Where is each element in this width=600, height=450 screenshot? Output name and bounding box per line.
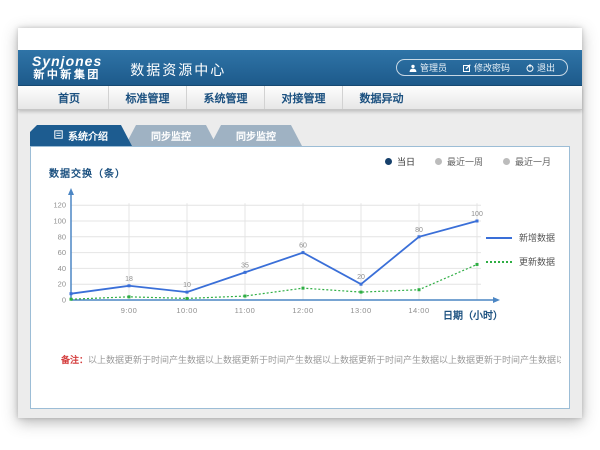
data-label: 60: [299, 243, 307, 250]
y-tick-label: 80: [58, 232, 66, 241]
chart-panel: 当日 最近一周 最近一月 数据交换（条） 0 20 40 60 80 100 120 9:00…: [30, 146, 570, 409]
tab-sync-monitor-2-label: 同步监控: [236, 128, 276, 143]
legend-label-update-data: 更新数据: [519, 255, 555, 268]
data-point: [244, 271, 247, 274]
data-point: [302, 251, 305, 254]
user-menu-logout[interactable]: 退出: [526, 61, 555, 74]
data-point: [476, 263, 479, 266]
filter-today-label: 当日: [397, 155, 415, 168]
data-label: 80: [415, 227, 423, 234]
legend-item-update-data: 更新数据: [486, 255, 555, 268]
content-area: 系统介绍 同步监控 同步监控 当日 最近一周: [18, 110, 582, 418]
user-menu: 管理员 修改密码 退出: [396, 59, 568, 76]
x-axis-title: 日期（小时）: [443, 307, 503, 322]
data-label: 18: [125, 276, 133, 283]
footnote-text: 以上数据更新于时间产生数据以上数据更新于时间产生数据以上数据更新于时间产生数据以…: [88, 355, 561, 365]
line-chart: 0 20 40 60 80 100 120 9:00 10:00 11:00 12:00 13:00 1…: [41, 183, 511, 328]
data-point: [70, 292, 73, 295]
data-point: [128, 284, 131, 287]
x-tick-label: 10:00: [176, 306, 197, 315]
y-tick-label: 40: [58, 264, 66, 273]
data-point: [70, 298, 73, 301]
main-nav: 首页 标准管理 系统管理 对接管理 数据异动: [18, 86, 582, 110]
legend-label-new-data: 新增数据: [519, 231, 555, 244]
nav-item-system-mgmt[interactable]: 系统管理: [186, 86, 264, 109]
data-label: 35: [241, 262, 249, 269]
footnote: 备注：以上数据更新于时间产生数据以上数据更新于时间产生数据以上数据更新于时间产生…: [61, 353, 561, 366]
user-menu-change-password-label: 修改密码: [474, 61, 510, 74]
time-range-filters: 当日 最近一周 最近一月: [385, 155, 551, 168]
x-tick-label: 9:00: [121, 306, 138, 315]
x-tick-label: 14:00: [408, 306, 429, 315]
x-axis-arrow-icon: [493, 297, 500, 303]
y-tick-label: 100: [53, 217, 66, 226]
legend-item-new-data: 新增数据: [486, 231, 555, 244]
data-point: [186, 291, 189, 294]
chart-legend: 新增数据 更新数据: [486, 231, 555, 279]
filter-last-month[interactable]: 最近一月: [503, 155, 551, 168]
logo-text-en: Synjones: [32, 54, 102, 68]
page-card: Synjones 新中新集团 数据资源中心 管理员 修改密码 退出: [18, 28, 582, 418]
radio-dot-icon: [435, 158, 442, 165]
user-menu-admin[interactable]: 管理员: [409, 61, 447, 74]
footnote-prefix: 备注：: [61, 355, 88, 365]
tab-sync-monitor-1[interactable]: 同步监控: [125, 125, 217, 146]
x-tick-label: 12:00: [292, 306, 313, 315]
user-icon: [409, 64, 417, 72]
y-tick-label: 0: [62, 296, 66, 305]
power-icon: [526, 64, 534, 72]
solid-line-icon: [486, 237, 512, 239]
data-point: [360, 283, 363, 286]
y-tick-label: 20: [58, 280, 66, 289]
y-axis-title: 数据交换（条）: [49, 165, 126, 180]
data-point: [186, 297, 189, 300]
tab-system-intro-label: 系统介绍: [68, 128, 108, 143]
top-strip: [18, 28, 582, 50]
nav-item-data-change[interactable]: 数据异动: [342, 86, 420, 109]
data-point: [360, 291, 363, 294]
tab-system-intro[interactable]: 系统介绍: [30, 125, 132, 146]
filter-last-month-label: 最近一月: [515, 155, 551, 168]
tab-sync-monitor-2[interactable]: 同步监控: [210, 125, 302, 146]
dotted-line-icon: [486, 261, 512, 263]
user-menu-change-password[interactable]: 修改密码: [463, 61, 510, 74]
x-tick-label: 13:00: [350, 306, 371, 315]
x-tick-label: 11:00: [235, 306, 256, 315]
page-title: 数据资源中心: [130, 60, 226, 80]
filter-last-week[interactable]: 最近一周: [435, 155, 483, 168]
document-icon: [54, 130, 63, 142]
data-label: 20: [357, 274, 365, 281]
filter-today[interactable]: 当日: [385, 155, 415, 168]
data-label: 100: [471, 211, 483, 218]
data-label: 10: [183, 282, 191, 289]
app-header: Synjones 新中新集团 数据资源中心 管理员 修改密码 退出: [18, 50, 582, 86]
user-menu-admin-label: 管理员: [420, 61, 447, 74]
y-axis-arrow-icon: [68, 188, 74, 195]
data-point: [418, 235, 421, 238]
user-menu-logout-label: 退出: [537, 61, 555, 74]
company-logo: Synjones 新中新集团: [32, 54, 102, 81]
radio-dot-icon: [503, 158, 510, 165]
data-point: [128, 295, 131, 298]
nav-item-standard-mgmt[interactable]: 标准管理: [108, 86, 186, 109]
data-point: [476, 220, 479, 223]
data-point: [418, 288, 421, 291]
filter-last-week-label: 最近一周: [447, 155, 483, 168]
nav-item-interface-mgmt[interactable]: 对接管理: [264, 86, 342, 109]
radio-dot-icon: [385, 158, 392, 165]
tab-sync-monitor-1-label: 同步监控: [151, 128, 191, 143]
logo-text-cn: 新中新集团: [33, 70, 101, 81]
nav-item-home[interactable]: 首页: [30, 86, 108, 109]
edit-icon: [463, 64, 471, 72]
y-tick-label: 60: [58, 248, 66, 257]
y-tick-label: 120: [53, 201, 66, 210]
tab-bar: 系统介绍 同步监控 同步监控: [30, 125, 302, 146]
data-point: [244, 295, 247, 298]
data-point: [302, 287, 305, 290]
